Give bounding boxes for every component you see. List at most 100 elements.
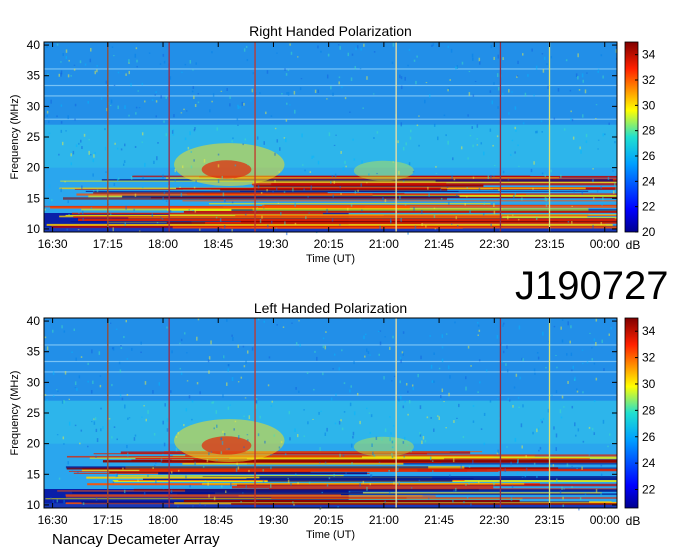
speckle xyxy=(421,209,423,214)
speckle xyxy=(174,179,176,182)
speckle xyxy=(276,139,279,143)
speckle xyxy=(60,104,63,107)
speckle xyxy=(415,80,417,85)
speckle xyxy=(595,377,598,381)
speckle xyxy=(477,391,479,394)
speckle xyxy=(175,447,178,452)
speckle xyxy=(122,163,125,166)
speckle xyxy=(445,427,447,429)
speckle xyxy=(229,404,231,406)
speckle xyxy=(516,461,519,464)
speckle xyxy=(52,329,54,333)
speckle xyxy=(199,391,201,395)
interference-streak xyxy=(76,193,373,196)
speckle xyxy=(445,333,448,335)
speckle xyxy=(333,144,336,147)
spectrogram-mid-band xyxy=(44,400,617,444)
speckle xyxy=(202,466,205,468)
y-tick-label: 35 xyxy=(27,69,41,83)
speckle xyxy=(479,60,481,65)
speckle xyxy=(353,158,356,161)
speckle xyxy=(320,410,322,412)
speckle xyxy=(511,485,514,488)
speckle xyxy=(340,419,342,422)
speckle xyxy=(502,350,505,354)
speckle xyxy=(476,321,479,324)
speckle xyxy=(522,358,524,362)
speckle xyxy=(438,416,441,421)
speckle xyxy=(382,197,384,201)
speckle xyxy=(78,142,80,145)
speckle xyxy=(363,43,365,47)
speckle xyxy=(159,216,162,219)
speckle xyxy=(130,83,132,87)
speckle xyxy=(577,76,579,80)
speckle xyxy=(189,131,191,136)
speckle xyxy=(46,398,48,402)
speckle xyxy=(339,453,341,457)
speckle xyxy=(400,218,402,222)
speckle xyxy=(296,434,299,438)
dynamic-spectra-figure: Right Handed Polarization 10 15 20 25 30 35 40 F… xyxy=(9,23,668,548)
speckle xyxy=(332,194,335,198)
speckle xyxy=(402,405,405,409)
speckle xyxy=(429,456,432,461)
speckle xyxy=(287,91,290,96)
speckle xyxy=(462,435,465,439)
speckle xyxy=(161,218,164,220)
speckle xyxy=(472,460,474,464)
speckle xyxy=(257,433,260,437)
speckle xyxy=(237,344,239,348)
y-tick-label: 15 xyxy=(27,467,41,481)
speckle xyxy=(541,172,544,175)
speckle xyxy=(51,199,53,202)
speckle xyxy=(138,106,141,109)
speckle xyxy=(141,416,143,418)
x-tick-label: 23:15 xyxy=(535,237,565,251)
speckle xyxy=(405,382,408,386)
speckle xyxy=(299,87,302,91)
speckle xyxy=(547,85,549,90)
speckle xyxy=(354,65,357,70)
speckle xyxy=(222,192,225,197)
speckle xyxy=(60,129,63,133)
colorbar-tick-label: 34 xyxy=(642,48,656,62)
speckle xyxy=(233,428,235,431)
speckle xyxy=(417,373,419,378)
speckle xyxy=(88,150,90,155)
speckle xyxy=(237,466,240,470)
speckle xyxy=(408,48,411,51)
speckle xyxy=(485,369,488,372)
speckle xyxy=(141,132,144,136)
speckle xyxy=(465,483,467,486)
speckle xyxy=(93,421,96,425)
speckle xyxy=(270,454,272,456)
speckle xyxy=(92,173,94,177)
speckle xyxy=(245,360,247,364)
speckle xyxy=(290,51,293,55)
speckle xyxy=(314,89,317,93)
speckle xyxy=(472,420,475,423)
speckle xyxy=(180,372,183,376)
speckle xyxy=(165,133,168,137)
speckle xyxy=(289,437,291,441)
speckle xyxy=(582,79,584,83)
speckle xyxy=(262,479,265,483)
speckle xyxy=(284,453,287,456)
speckle xyxy=(369,431,372,434)
speckle xyxy=(197,318,200,321)
speckle xyxy=(466,496,469,499)
speckle xyxy=(74,103,77,107)
speckle xyxy=(545,197,548,202)
speckle xyxy=(81,146,83,150)
speckle xyxy=(608,122,610,125)
speckle xyxy=(452,157,454,161)
speckle xyxy=(322,345,325,349)
speckle xyxy=(504,468,507,472)
speckle xyxy=(440,395,442,399)
speckle xyxy=(399,74,401,79)
speckle xyxy=(179,342,181,344)
speckle xyxy=(90,389,93,394)
speckle xyxy=(260,192,263,194)
speckle xyxy=(581,362,584,365)
